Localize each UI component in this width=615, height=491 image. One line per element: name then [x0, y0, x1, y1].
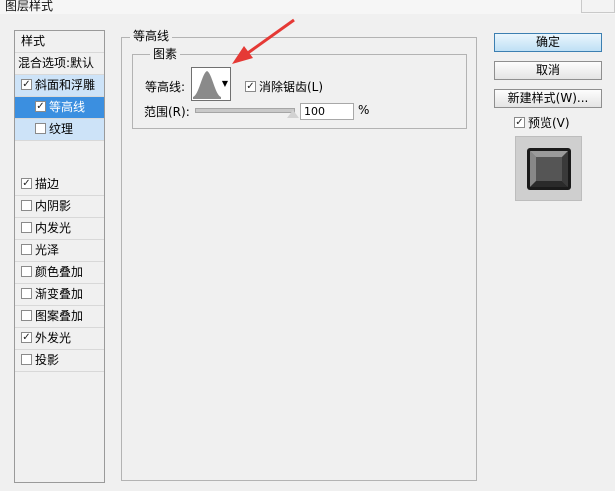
styles-header-label: 样式: [21, 34, 46, 48]
sidebar-item-label: 纹理: [49, 122, 74, 136]
sidebar-item-stroke[interactable]: 描边: [15, 174, 104, 196]
sidebar-item-outer-glow[interactable]: 外发光: [15, 328, 104, 350]
sidebar-item-gradient-overlay[interactable]: 渐变叠加: [15, 284, 104, 306]
blend-options-item[interactable]: 混合选项:默认: [15, 53, 104, 75]
sidebar-item-label: 渐变叠加: [35, 287, 84, 301]
sidebar-item-satin[interactable]: 光泽: [15, 240, 104, 262]
gradient-overlay-checkbox[interactable]: [21, 288, 32, 299]
sidebar-item-color-overlay[interactable]: 颜色叠加: [15, 262, 104, 284]
sidebar-item-label: 图案叠加: [35, 309, 84, 323]
preview-swatch-icon: [527, 148, 571, 190]
antialias-label: 消除锯齿(L): [259, 80, 324, 94]
style-preview: [515, 136, 582, 201]
pattern-overlay-checkbox[interactable]: [21, 310, 32, 321]
blend-options-label: 混合选项:默认: [18, 56, 95, 70]
sidebar-item-label: 描边: [35, 177, 60, 191]
range-slider-track[interactable]: [195, 108, 295, 113]
range-input[interactable]: [300, 103, 354, 120]
sidebar-item-label: 内发光: [35, 221, 72, 235]
new-style-button[interactable]: 新建样式(W)...: [494, 89, 602, 108]
sidebar-item-contour[interactable]: 等高线: [15, 97, 104, 119]
outer-glow-checkbox[interactable]: [21, 332, 32, 343]
bevel-emboss-checkbox[interactable]: [21, 79, 32, 90]
sidebar-item-label: 外发光: [35, 331, 72, 345]
texture-checkbox[interactable]: [35, 123, 46, 134]
contour-picker[interactable]: ▼: [191, 67, 231, 101]
title-bar: 图层样式: [0, 0, 615, 14]
antialias-option[interactable]: 消除锯齿(L): [245, 78, 323, 95]
sidebar-item-label: 投影: [35, 353, 60, 367]
drop-shadow-checkbox[interactable]: [21, 354, 32, 365]
cancel-button[interactable]: 取消: [494, 61, 602, 80]
sidebar-item-label: 斜面和浮雕: [35, 78, 96, 92]
style-list: 样式 混合选项:默认 斜面和浮雕 等高线 纹理 描边 内阴影 内发光 光泽 颜色…: [14, 30, 105, 483]
preview-option[interactable]: 预览(V): [514, 114, 570, 131]
sidebar-item-label: 颜色叠加: [35, 265, 84, 279]
sidebar-item-bevel-emboss[interactable]: 斜面和浮雕: [15, 75, 104, 97]
contour-group-title: 等高线: [130, 29, 173, 43]
inner-glow-checkbox[interactable]: [21, 222, 32, 233]
close-button[interactable]: [581, 0, 615, 13]
contour-label: 等高线:: [145, 80, 186, 94]
range-slider-thumb[interactable]: [287, 110, 299, 118]
preview-label: 预览(V): [528, 116, 570, 130]
sidebar-item-label: 等高线: [49, 100, 86, 114]
styles-header[interactable]: 样式: [15, 31, 104, 53]
range-unit: %: [358, 103, 370, 117]
sidebar-item-drop-shadow[interactable]: 投影: [15, 350, 104, 372]
sidebar-item-pattern-overlay[interactable]: 图案叠加: [15, 306, 104, 328]
sidebar-item-label: 内阴影: [35, 199, 72, 213]
sidebar-item-label: 光泽: [35, 243, 60, 257]
sidebar-item-texture[interactable]: 纹理: [15, 119, 104, 141]
satin-checkbox[interactable]: [21, 244, 32, 255]
elements-group-title: 图素: [150, 47, 181, 61]
ok-button[interactable]: 确定: [494, 33, 602, 52]
contour-checkbox[interactable]: [35, 101, 46, 112]
sidebar-item-inner-shadow[interactable]: 内阴影: [15, 196, 104, 218]
range-label: 范围(R):: [144, 105, 190, 119]
antialias-checkbox[interactable]: [245, 81, 256, 92]
sidebar-item-inner-glow[interactable]: 内发光: [15, 218, 104, 240]
color-overlay-checkbox[interactable]: [21, 266, 32, 277]
stroke-checkbox[interactable]: [21, 178, 32, 189]
chevron-down-icon[interactable]: ▼: [222, 79, 228, 88]
contour-curve-icon: [193, 71, 221, 99]
window-title: 图层样式: [5, 0, 54, 13]
preview-checkbox[interactable]: [514, 117, 525, 128]
inner-shadow-checkbox[interactable]: [21, 200, 32, 211]
